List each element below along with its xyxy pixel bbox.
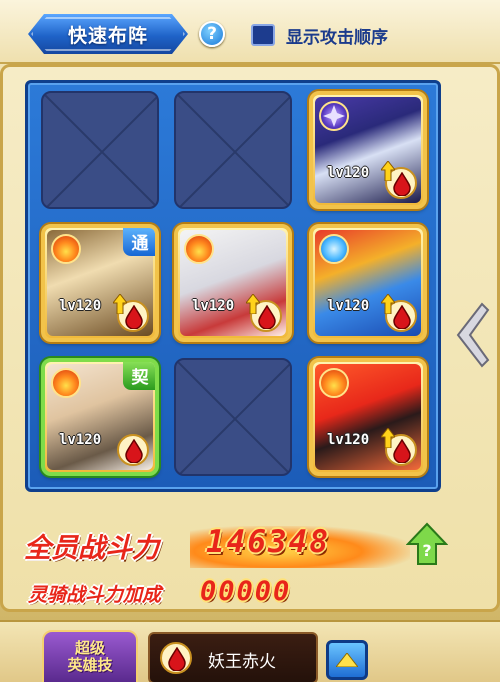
hero-card[interactable]: 通 lv120 <box>41 224 159 342</box>
hero-card[interactable]: lv120 <box>309 91 427 209</box>
empty-slot-cross-icon <box>43 93 157 207</box>
hero-level: lv120 <box>327 165 370 181</box>
page-title: 快速布阵 <box>67 24 148 47</box>
formation-slot-empty[interactable] <box>174 91 292 209</box>
hero-card[interactable]: lv120 <box>174 224 292 342</box>
hero-card[interactable]: 契 lv120 <box>41 358 159 476</box>
total-power-value: 146348 <box>206 524 330 560</box>
hero-level: lv120 <box>327 432 370 448</box>
hero-tag-badge: 契 <box>123 362 155 390</box>
mount-power-label: 灵骑战斗力加成 <box>28 584 162 606</box>
fire-icon <box>319 368 349 398</box>
hero-level: lv120 <box>327 298 370 314</box>
selected-skill-panel[interactable]: 妖王赤火 <box>148 632 318 682</box>
power-tip-button[interactable]: ? <box>406 522 448 566</box>
collapse-panel-arrow-icon[interactable] <box>452 300 492 370</box>
blood-drop-icon <box>160 642 192 674</box>
formation-slot-empty[interactable] <box>41 91 159 209</box>
skill-select-button[interactable] <box>326 640 368 680</box>
water-butterfly-icon <box>319 234 349 264</box>
header-bar: 快速布阵 ? 显示攻击顺序 <box>0 0 500 64</box>
level-up-arrow-icon <box>381 161 395 181</box>
hero-level: lv120 <box>192 298 235 314</box>
hero-level: lv120 <box>59 298 102 314</box>
fire-icon <box>51 234 81 264</box>
level-up-arrow-icon <box>381 428 395 448</box>
triangle-up-icon <box>336 653 358 667</box>
level-up-arrow-icon <box>246 294 260 314</box>
help-icon: ? <box>207 24 217 44</box>
skill-badge-line1: 超级 <box>74 639 105 657</box>
hero-level: lv120 <box>59 432 102 448</box>
super-skill-bar: 超级 英雄技 妖王赤火 <box>0 620 500 682</box>
level-up-arrow-icon <box>113 294 127 314</box>
formation-slot-empty[interactable] <box>174 358 292 476</box>
formation-board: lv120 通 lv120 lv120 lv120 契 lv120 lv120 <box>25 80 441 492</box>
fire-icon <box>184 234 214 264</box>
level-up-arrow-icon <box>381 294 395 314</box>
mount-power-value: 00000 <box>200 576 292 607</box>
show-attack-order-label[interactable]: 显示攻击顺序 <box>286 23 388 48</box>
empty-slot-cross-icon <box>176 360 290 474</box>
help-button[interactable]: ? <box>199 21 225 47</box>
title-tab: 快速布阵 <box>28 14 188 54</box>
super-hero-skill-badge: 超级 英雄技 <box>42 630 138 682</box>
skill-badge-line2: 英雄技 <box>67 656 113 674</box>
skill-name: 妖王赤火 <box>208 652 276 672</box>
hero-card[interactable]: lv120 <box>309 358 427 476</box>
hero-tag-badge: 通 <box>123 228 155 256</box>
hero-card[interactable]: lv120 <box>309 224 427 342</box>
mount-power-row: 灵骑战斗力加成 00000 <box>24 576 484 616</box>
show-attack-order-checkbox[interactable] <box>251 24 275 46</box>
total-power-row: 全员战斗力 146348 ? <box>20 522 480 568</box>
dark-shuriken-icon <box>319 101 349 131</box>
blood-drop-icon <box>117 434 149 466</box>
fire-icon <box>51 368 81 398</box>
empty-slot-cross-icon <box>176 93 290 207</box>
svg-text:?: ? <box>422 541 431 560</box>
total-power-label: 全员战斗力 <box>24 533 159 564</box>
